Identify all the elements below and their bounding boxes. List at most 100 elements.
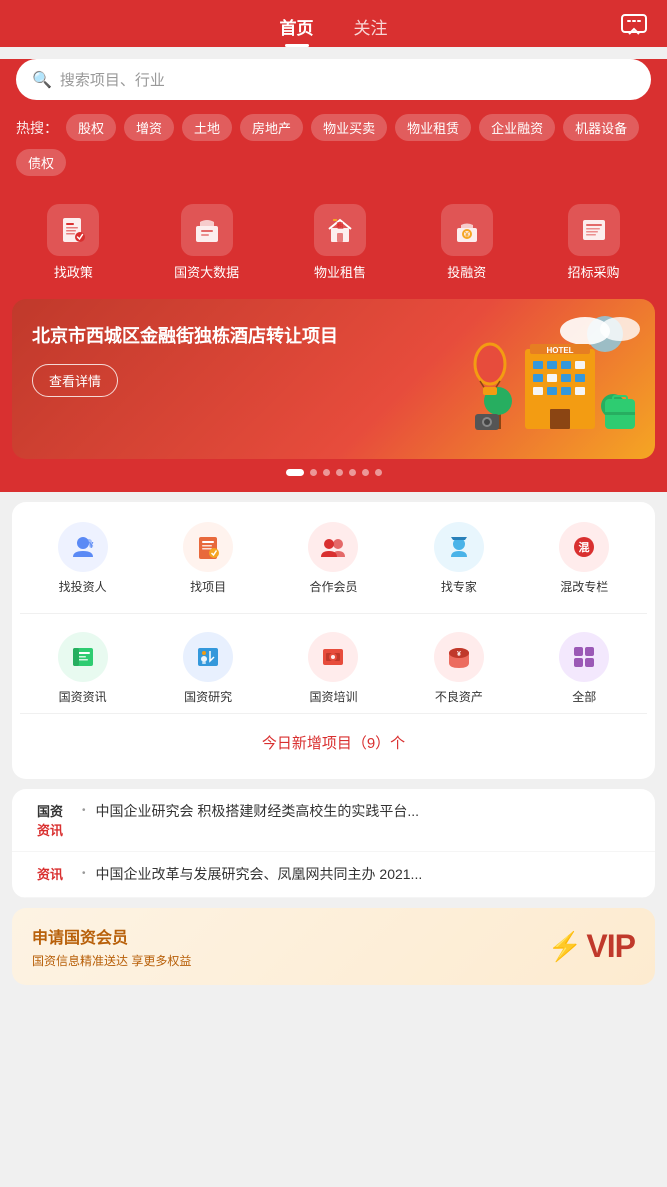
banner-illustration: HOTEL bbox=[465, 309, 645, 449]
property-icon-box: 租 bbox=[314, 204, 366, 256]
investor-icon: ¥ bbox=[58, 522, 108, 572]
tender-label: 招标采购 bbox=[568, 262, 620, 281]
invest-icon-box: ¥ bbox=[441, 204, 493, 256]
investor-label: 找投资人 bbox=[59, 578, 107, 595]
banner-title: 北京市西城区金融街独栋酒店转让项目 bbox=[32, 323, 364, 350]
project-icon bbox=[183, 522, 233, 572]
vip-subtitle: 国资信息精准送达 享更多权益 bbox=[32, 952, 191, 969]
news-section: 国资 资讯 • 中国企业研究会 积极搭建财经类高校生的实践平台... 资讯 • … bbox=[12, 789, 655, 898]
header: 首页 关注 bbox=[0, 0, 667, 47]
bigdata-icon-box bbox=[181, 204, 233, 256]
banner-section: 北京市西城区金融街独栋酒店转让项目 查看详情 HOTEL bbox=[0, 299, 667, 492]
news-text-1: 中国企业改革与发展研究会、凤凰网共同主办 2021... bbox=[96, 864, 639, 885]
training-label: 国资培训 bbox=[309, 688, 357, 705]
vip-badge: ⚡ VIP bbox=[548, 928, 635, 965]
member-icon bbox=[308, 522, 358, 572]
tab-follow[interactable]: 关注 bbox=[354, 14, 388, 47]
today-new: 今日新增项目（9）个 bbox=[20, 718, 647, 763]
hot-tag-0[interactable]: 股权 bbox=[66, 114, 116, 141]
news-item-1[interactable]: 资讯 • 中国企业改革与发展研究会、凤凰网共同主办 2021... bbox=[12, 852, 655, 898]
service-project[interactable]: 找项目 bbox=[183, 522, 233, 595]
hot-tag-1[interactable]: 增资 bbox=[124, 114, 174, 141]
research-icon bbox=[183, 632, 233, 682]
header-tabs: 首页 关注 bbox=[20, 14, 647, 47]
service-investor[interactable]: ¥ 找投资人 bbox=[58, 522, 108, 595]
banner-button[interactable]: 查看详情 bbox=[32, 364, 118, 397]
service-news[interactable]: 国资资讯 bbox=[58, 632, 108, 705]
dot-2 bbox=[323, 469, 330, 476]
search-icon: 🔍 bbox=[32, 70, 52, 90]
service-all[interactable]: 全部 bbox=[559, 632, 609, 705]
hot-tag-3[interactable]: 房地产 bbox=[240, 114, 303, 141]
all-icon bbox=[559, 632, 609, 682]
hot-tag-8[interactable]: 债权 bbox=[16, 149, 66, 176]
news-dot-0: • bbox=[82, 805, 86, 816]
member-label: 合作会员 bbox=[309, 578, 357, 595]
dot-1 bbox=[310, 469, 317, 476]
news-label: 国资资讯 bbox=[59, 688, 107, 705]
news-icon bbox=[58, 632, 108, 682]
all-label: 全部 bbox=[572, 688, 596, 705]
dot-5 bbox=[362, 469, 369, 476]
svg-text:租: 租 bbox=[336, 221, 343, 230]
vip-title: 申请国资会员 bbox=[32, 924, 191, 948]
nav-icon-policy[interactable]: 找政策 bbox=[47, 204, 99, 281]
mixed-label: 混改专栏 bbox=[560, 578, 608, 595]
vip-info: 申请国资会员 国资信息精准送达 享更多权益 bbox=[32, 924, 191, 969]
hot-tag-5[interactable]: 物业租赁 bbox=[395, 114, 471, 141]
tab-home[interactable]: 首页 bbox=[280, 14, 314, 47]
svg-text:¥: ¥ bbox=[457, 651, 461, 658]
dot-0 bbox=[286, 469, 304, 476]
vip-label: VIP bbox=[586, 928, 635, 965]
news-badge-bottom-0: 资讯 bbox=[28, 820, 72, 839]
nav-icon-tender[interactable]: 招标采购 bbox=[568, 204, 620, 281]
news-badge-top-1: 资讯 bbox=[28, 864, 72, 883]
expert-label: 找专家 bbox=[441, 578, 477, 595]
news-badge-top-0: 国资 bbox=[28, 801, 72, 820]
news-item-0[interactable]: 国资 资讯 • 中国企业研究会 积极搭建财经类高校生的实践平台... bbox=[12, 789, 655, 852]
nav-icon-property[interactable]: 租 物业租售 bbox=[314, 204, 366, 281]
service-member[interactable]: 合作会员 bbox=[308, 522, 358, 595]
property-label: 物业租售 bbox=[314, 262, 366, 281]
training-icon bbox=[308, 632, 358, 682]
invest-label: 投融资 bbox=[447, 262, 486, 281]
nav-icon-bigdata[interactable]: 国资大数据 bbox=[174, 204, 239, 281]
service-assets[interactable]: ¥ 不良资产 bbox=[434, 632, 484, 705]
service-training[interactable]: 国资培训 bbox=[308, 632, 358, 705]
bigdata-label: 国资大数据 bbox=[174, 262, 239, 281]
expert-icon bbox=[434, 522, 484, 572]
banner-dots bbox=[12, 469, 655, 476]
hot-search-row: 热搜： 股权 增资 土地 房地产 物业买卖 物业租赁 企业融资 机器设备 债权 bbox=[16, 114, 651, 176]
mixed-icon: 混 bbox=[559, 522, 609, 572]
services-section: ¥ 找投资人 找项目 bbox=[12, 502, 655, 779]
hot-tag-6[interactable]: 企业融资 bbox=[479, 114, 555, 141]
policy-icon-box bbox=[47, 204, 99, 256]
dot-6 bbox=[375, 469, 382, 476]
hot-label: 热搜： bbox=[16, 118, 58, 138]
assets-icon: ¥ bbox=[434, 632, 484, 682]
project-label: 找项目 bbox=[190, 578, 226, 595]
policy-label: 找政策 bbox=[54, 262, 93, 281]
service-mixed[interactable]: 混 混改专栏 bbox=[559, 522, 609, 595]
hot-tag-4[interactable]: 物业买卖 bbox=[311, 114, 387, 141]
divider-1 bbox=[20, 613, 647, 614]
service-row-1: ¥ 找投资人 找项目 bbox=[20, 518, 647, 609]
service-row-2: 国资资讯 国资研究 bbox=[20, 618, 647, 709]
search-input[interactable]: 🔍 搜索项目、行业 bbox=[16, 59, 651, 100]
svg-text:¥: ¥ bbox=[89, 541, 94, 550]
vip-banner[interactable]: 申请国资会员 国资信息精准送达 享更多权益 ⚡ VIP bbox=[12, 908, 655, 985]
message-icon[interactable] bbox=[621, 14, 647, 42]
search-bar: 🔍 搜索项目、行业 bbox=[0, 59, 667, 114]
news-dot-1: • bbox=[82, 868, 86, 879]
service-research[interactable]: 国资研究 bbox=[183, 632, 233, 705]
nav-icon-invest[interactable]: ¥ 投融资 bbox=[441, 204, 493, 281]
assets-label: 不良资产 bbox=[435, 688, 483, 705]
service-expert[interactable]: 找专家 bbox=[434, 522, 484, 595]
hot-tag-2[interactable]: 土地 bbox=[182, 114, 232, 141]
hot-tag-7[interactable]: 机器设备 bbox=[563, 114, 639, 141]
tender-icon-box bbox=[568, 204, 620, 256]
banner-card[interactable]: 北京市西城区金融街独栋酒店转让项目 查看详情 HOTEL bbox=[12, 299, 655, 459]
research-label: 国资研究 bbox=[184, 688, 232, 705]
hot-search: 热搜： 股权 增资 土地 房地产 物业买卖 物业租赁 企业融资 机器设备 债权 bbox=[0, 114, 667, 190]
nav-icons: 找政策 国资大数据 租 bbox=[0, 190, 667, 299]
